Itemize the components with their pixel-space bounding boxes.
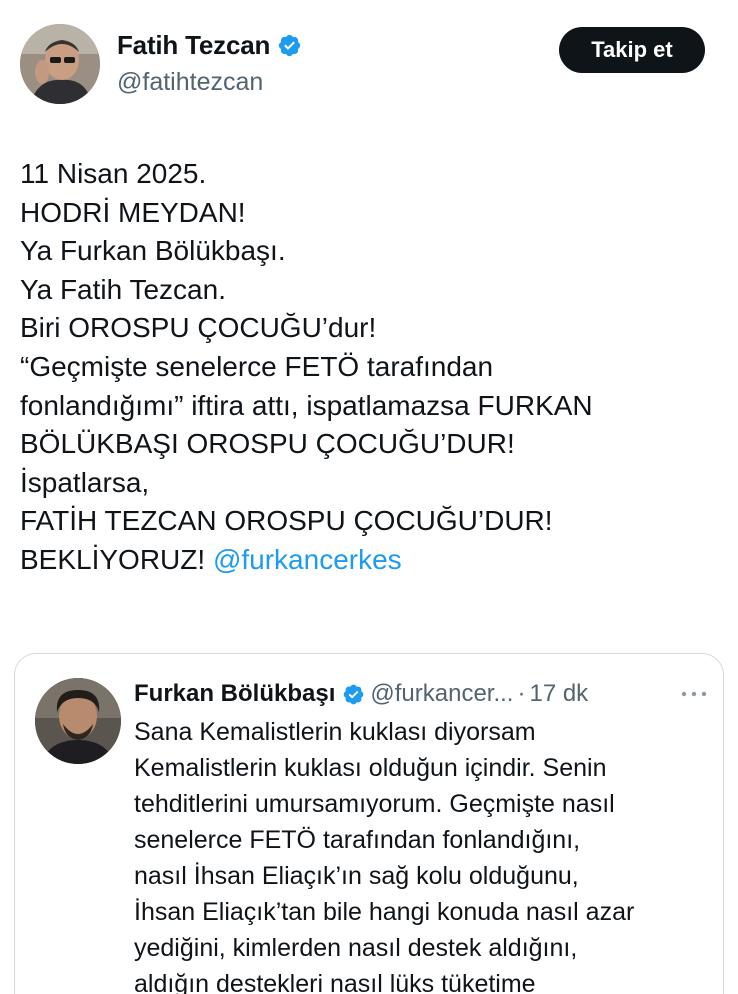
author-avatar-photo-icon <box>20 24 100 104</box>
author-handle[interactable]: @fatihtezcan <box>117 68 263 97</box>
quoted-timestamp[interactable]: 17 dk <box>529 680 588 708</box>
tweet-line: HODRİ MEYDAN! <box>20 196 246 228</box>
tweet-line: BÖLÜKBAŞI OROSPU ÇOCUĞU’DUR! <box>20 428 515 460</box>
tweet-line: Ya Fatih Tezcan. <box>20 273 226 305</box>
separator-dot: · <box>517 680 526 707</box>
author-avatar[interactable] <box>20 24 100 104</box>
tweet-line: Ya Furkan Bölükbaşı. <box>20 235 286 267</box>
tweet-text: 11 Nisan 2025. HODRİ MEYDAN! Ya Furkan B… <box>20 155 720 580</box>
quoted-author-avatar[interactable] <box>35 678 121 764</box>
quoted-line: İhsan Eliaçık’tan bile hangi konuda nası… <box>134 898 635 926</box>
verified-badge-icon <box>278 34 301 57</box>
quoted-line: senelerce FETÖ tarafından fonlandığını, <box>134 826 581 854</box>
tweet-last-text: BEKLİYORUZ! <box>20 543 206 575</box>
tweet-line: İspatlarsa, <box>20 466 150 498</box>
tweet-line: fonlandığımı” iftira attı, ispatlamazsa … <box>20 389 593 421</box>
verified-badge-icon <box>344 684 364 704</box>
quoted-tweet-text: Sana Kemalistlerin kuklası diyorsam Kema… <box>134 714 719 994</box>
author-name[interactable]: Fatih Tezcan <box>117 30 302 61</box>
quoted-line: nasıl İhsan Eliaçık’ın sağ kolu olduğunu… <box>134 862 579 890</box>
quoted-line: aldığın destekleri nasıl lüks tüketime <box>134 970 536 994</box>
tweet-line: Biri OROSPU ÇOCUĞU’dur! <box>20 312 377 344</box>
quoted-header: Furkan Bölükbaşı @furkancer... · 17 dk <box>134 678 588 710</box>
tweet-line: “Geçmişte senelerce FETÖ tarafından <box>20 350 494 382</box>
tweet-last-line: BEKLİYORUZ! @furkancerkes <box>20 541 720 580</box>
author-name-text[interactable]: Fatih Tezcan <box>117 30 270 61</box>
mention-link[interactable]: @furkancerkes <box>213 544 402 575</box>
tweet: Fatih Tezcan @fatihtezcan Takip et 11 Ni… <box>0 0 738 994</box>
quoted-line: Kemalistlerin kuklası olduğun içindir. S… <box>134 754 607 782</box>
follow-button[interactable]: Takip et <box>559 27 705 73</box>
more-horizontal-icon[interactable] <box>679 684 709 704</box>
quoted-tweet[interactable]: Furkan Bölükbaşı @furkancer... · 17 dk S… <box>14 653 724 994</box>
quoted-line: yediğini, kimlerden nasıl destek aldığın… <box>134 934 578 962</box>
quoted-avatar-photo-icon <box>35 678 121 764</box>
quoted-line: Sana Kemalistlerin kuklası diyorsam <box>134 718 536 746</box>
tweet-line: FATİH TEZCAN OROSPU ÇOCUĞU’DUR! <box>20 505 553 537</box>
tweet-line: 11 Nisan 2025. <box>20 158 207 189</box>
quoted-line: tehditlerini umursamıyorum. Geçmişte nas… <box>134 790 615 818</box>
quoted-author-name[interactable]: Furkan Bölükbaşı <box>134 680 335 708</box>
quoted-author-handle[interactable]: @furkancer... <box>370 680 513 708</box>
